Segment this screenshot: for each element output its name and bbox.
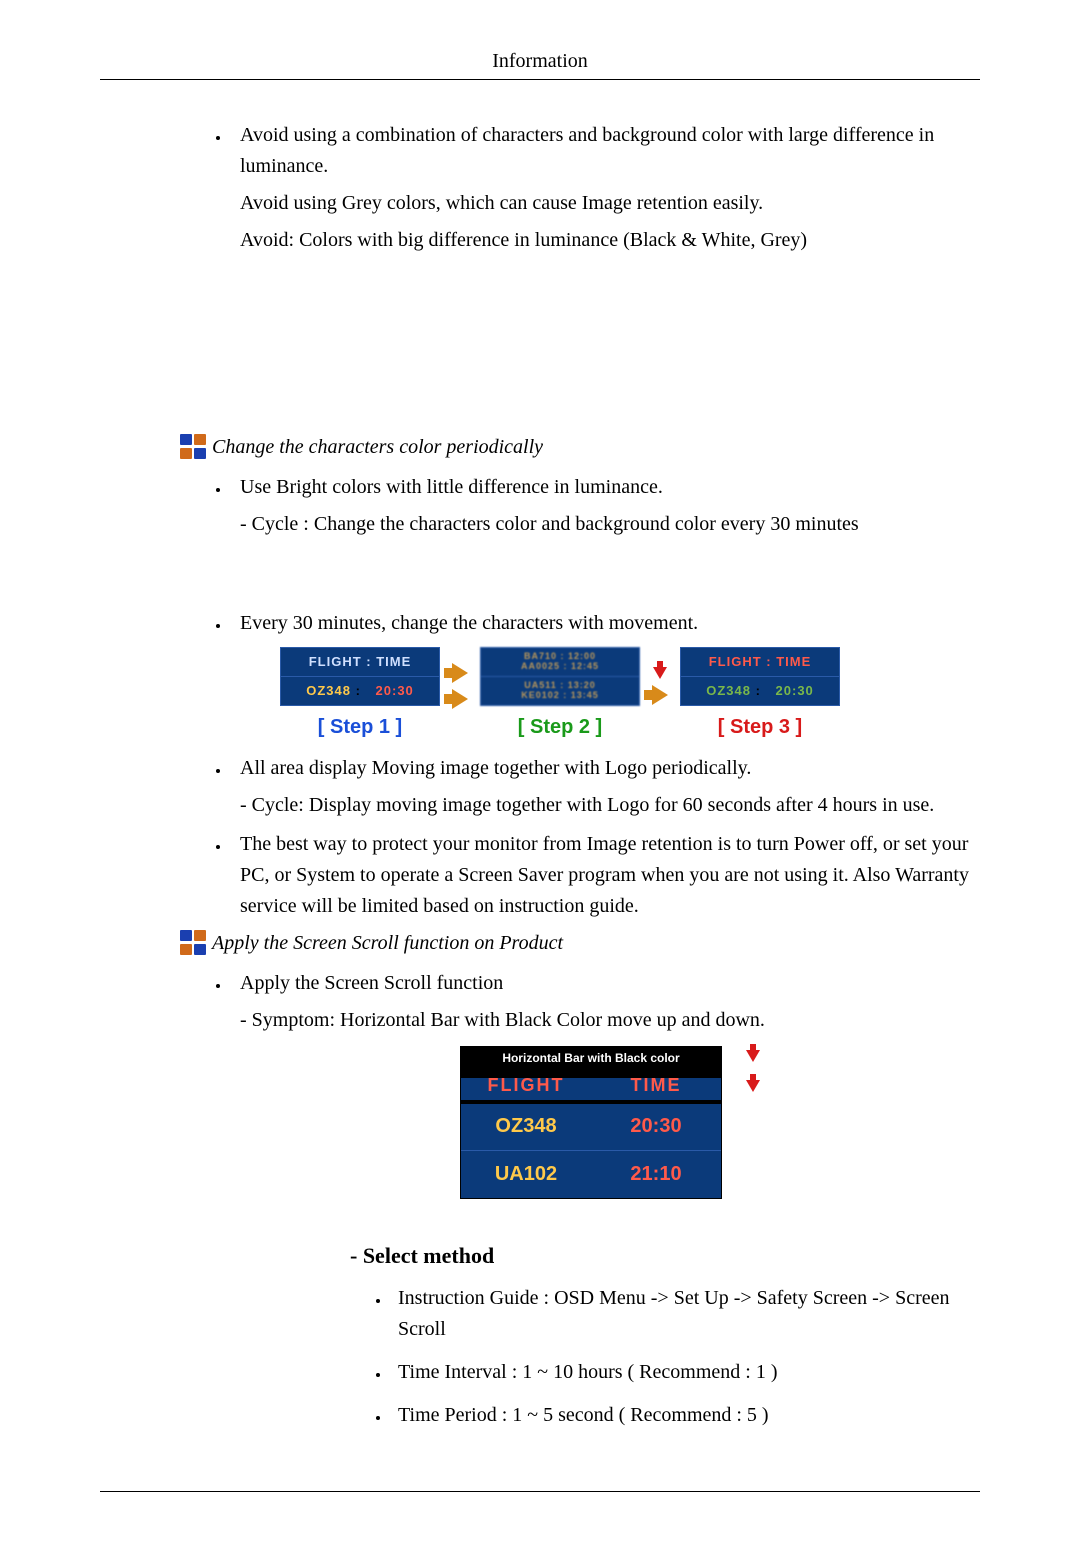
step-label: [ Step 3 ] — [680, 712, 840, 743]
step-block-3: FLIGHT : TIME OZ348 : 20:30 [ Step 3 ] — [680, 647, 840, 743]
arrow-right-icon — [452, 663, 468, 683]
text: - Cycle : Change the characters color an… — [240, 509, 980, 540]
text: 20:30 — [376, 683, 414, 698]
hbar-box: Horizontal Bar with Black color FLIGHT T… — [460, 1046, 722, 1198]
arrow-column — [652, 667, 668, 723]
step-label: [ Step 1 ] — [280, 712, 440, 743]
arrow-right-icon — [452, 689, 468, 709]
horizontal-bar-figure: Horizontal Bar with Black color FLIGHT T… — [460, 1046, 760, 1198]
display-box: FLIGHT : TIME OZ348 : 20:30 — [680, 647, 840, 706]
text: FLIGHT : TIME — [281, 652, 439, 677]
text: Avoid: Colors with big difference in lum… — [240, 225, 980, 256]
list-item: Avoid using a combination of characters … — [230, 120, 980, 256]
list-item: Time Interval : 1 ~ 10 hours ( Recommend… — [390, 1357, 980, 1388]
list-item: Every 30 minutes, change the characters … — [230, 608, 980, 743]
text: FLIGHT : TIME — [681, 652, 839, 677]
arrow-down-icon — [746, 1080, 760, 1092]
text: OZ348 — [306, 683, 351, 698]
hbar-arrows — [746, 1050, 760, 1092]
text: AA0025 : 12:45 — [481, 662, 639, 672]
text: TIME — [591, 1070, 721, 1102]
text: All area display Moving image together w… — [240, 757, 751, 779]
step-block-1: FLIGHT : TIME OZ348 : 20:30 [ Step 1 ] — [280, 647, 440, 743]
list-item: Use Bright colors with little difference… — [230, 472, 980, 540]
text: 20:30 — [776, 683, 814, 698]
text: - Cycle: Display moving image together w… — [240, 790, 980, 821]
display-box: BA710 : 12:00 AA0025 : 12:45 UA511 : 13:… — [480, 647, 640, 706]
section-list: Apply the Screen Scroll function - Sympt… — [100, 968, 980, 1431]
text: Apply the Screen Scroll function — [240, 972, 503, 994]
section-heading-screen-scroll: Apply the Screen Scroll function on Prod… — [180, 930, 980, 956]
text: 20:30 — [591, 1103, 721, 1150]
text: Use Bright colors with little difference… — [240, 476, 663, 498]
text: Horizontal Bar with Black color — [461, 1047, 721, 1070]
page: Information Avoid using a combination of… — [0, 0, 1080, 1552]
select-method-heading: - Select method — [350, 1239, 980, 1273]
arrow-right-icon — [652, 685, 668, 705]
color-grid-icon — [180, 434, 208, 460]
page-title: Information — [100, 50, 980, 80]
text: 21:10 — [591, 1151, 721, 1198]
footer-rule — [100, 1491, 980, 1492]
text: UA102 — [461, 1151, 591, 1198]
text: KE0102 : 13:45 — [481, 691, 639, 701]
section-heading-change-color: Change the characters color periodically — [180, 434, 980, 460]
list-item: The best way to protect your monitor fro… — [230, 829, 980, 922]
section-title: Change the characters color periodically — [212, 436, 543, 459]
arrow-column — [452, 663, 468, 727]
text: The best way to protect your monitor fro… — [240, 833, 969, 917]
text: FLIGHT — [461, 1070, 591, 1102]
section-list: Every 30 minutes, change the characters … — [100, 608, 980, 922]
arrow-down-icon — [746, 1050, 760, 1062]
text: OZ348 — [461, 1103, 591, 1150]
step-block-2: BA710 : 12:00 AA0025 : 12:45 UA511 : 13:… — [480, 647, 640, 743]
steps-figure: FLIGHT : TIME OZ348 : 20:30 [ Step 1 ] — [280, 647, 840, 743]
section-title: Apply the Screen Scroll function on Prod… — [212, 932, 563, 955]
color-grid-icon — [180, 930, 208, 956]
section-list: Use Bright colors with little difference… — [100, 472, 980, 540]
select-method-list: Instruction Guide : OSD Menu -> Set Up -… — [240, 1283, 980, 1431]
display-box: FLIGHT : TIME OZ348 : 20:30 — [280, 647, 440, 706]
step-label: [ Step 2 ] — [480, 712, 640, 743]
intro-list: Avoid using a combination of characters … — [100, 120, 980, 256]
text: Avoid using a combination of characters … — [240, 124, 934, 177]
arrow-down-icon — [653, 667, 667, 679]
text: Every 30 minutes, change the characters … — [240, 612, 698, 634]
list-item: Apply the Screen Scroll function - Sympt… — [230, 968, 980, 1431]
list-item: All area display Moving image together w… — [230, 753, 980, 821]
list-item: Instruction Guide : OSD Menu -> Set Up -… — [390, 1283, 980, 1345]
text: Avoid using Grey colors, which can cause… — [240, 188, 980, 219]
text: - Symptom: Horizontal Bar with Black Col… — [240, 1005, 980, 1036]
text: OZ348 — [706, 683, 751, 698]
list-item: Time Period : 1 ~ 5 second ( Recommend :… — [390, 1400, 980, 1431]
